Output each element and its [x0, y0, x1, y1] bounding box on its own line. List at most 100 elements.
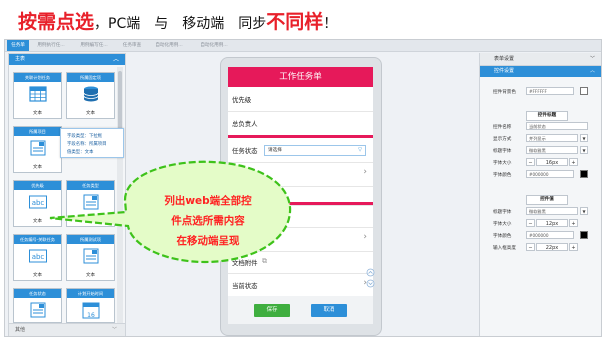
heading-part-7: ！ [323, 16, 338, 32]
save-button[interactable]: 保存 [254, 304, 290, 317]
tab-task-review[interactable]: 任务审查 [119, 40, 145, 51]
chevron-down-icon[interactable]: ▼ [580, 146, 588, 154]
title-size-value[interactable]: 16px [536, 158, 568, 166]
form-row-current-status[interactable]: 当前状态 › [228, 273, 373, 296]
tab-auto-case-1[interactable]: 自动化用例... [149, 40, 189, 51]
status-select-value: 请选择 [268, 148, 282, 153]
callout-text-line-2: 件点选所需内容 [171, 215, 245, 227]
svg-text:abc: abc [32, 199, 45, 207]
control-card-planned-start[interactable]: 计划开始时间 16 [66, 288, 115, 323]
title-color-swatch[interactable] [580, 170, 588, 178]
bg-color-swatch[interactable] [580, 87, 588, 95]
tab-case-execution[interactable]: 用例执行任... [32, 40, 70, 51]
control-card-linked-plan[interactable]: 关联计划任务 文本 [13, 72, 62, 119]
chevron-down-icon[interactable]: ﹀ [112, 324, 117, 336]
input-height-value[interactable]: 22px [536, 243, 568, 251]
display-mode-select[interactable]: 并列显示 [526, 134, 578, 142]
field-tooltip: 字段类型：下拉框 字段名称：所属项目 值类型：文本 [60, 128, 124, 158]
control-card-project[interactable]: 所属项目 文本 [13, 126, 62, 173]
control-settings-header[interactable]: 控件设置 ︿ [480, 66, 601, 77]
chevron-down-icon[interactable]: ▼ [580, 134, 588, 142]
form-label: 优先级 [232, 96, 252, 104]
value-color-swatch[interactable] [580, 231, 588, 239]
bg-color-label: 控件背景色 [493, 90, 516, 95]
control-card-fixed-item[interactable]: 所属固定项 文本 [66, 72, 115, 119]
increase-button[interactable]: + [569, 219, 578, 227]
value-color-input[interactable]: #000000 [526, 231, 574, 239]
title-font-label: 标题字体 [493, 149, 512, 154]
increase-button[interactable]: + [569, 243, 578, 251]
chevron-up-icon[interactable]: ︿ [590, 66, 595, 77]
card-label: 文本 [32, 165, 43, 170]
control-card-test-item[interactable]: 所属测试项 文本 [66, 234, 115, 281]
card-label: 文本 [85, 111, 96, 116]
card-header: 任务编号-关联任务 [14, 235, 61, 244]
chevron-up-icon[interactable]: ︿ [113, 54, 119, 65]
control-settings-title: 控件设置 [494, 68, 515, 74]
abc-text-icon: abc [29, 249, 47, 263]
title-color-input[interactable]: #000000 [526, 170, 574, 178]
tooltip-value-type: 值类型：文本 [67, 150, 94, 155]
property-panel: 表单设置 ﹀ 控件设置 ︿ 控件背景色 #FFFFFF 控件标题 控件名称 当前… [479, 53, 601, 336]
form-row-priority[interactable]: 优先级 [228, 87, 373, 112]
tab-case-writing[interactable]: 用例编写任... [75, 40, 113, 51]
decrease-button[interactable]: − [526, 219, 535, 227]
form-row-attachment[interactable]: 文档附件 ⧉ [228, 251, 373, 274]
callout-text-line-1: 列出web端全部控 [164, 195, 252, 207]
heading-part-2: ，PC端 [94, 16, 141, 32]
status-select[interactable]: 请选择 ▽ [264, 145, 366, 156]
form-row-planned-time[interactable]: 计划时间 › [228, 162, 373, 187]
chevron-down-icon[interactable]: ▼ [580, 207, 588, 215]
title-size-stepper[interactable]: − 16px + [526, 158, 580, 166]
phone-scroll-buttons[interactable] [366, 268, 375, 292]
cancel-button[interactable]: 取消 [311, 304, 347, 317]
palette-header[interactable]: 主表 ︿ [9, 54, 125, 65]
card-label: 文本 [85, 219, 96, 224]
card-label: 文本 [32, 111, 43, 116]
title-font-select[interactable]: 微软雅黑 [526, 146, 578, 154]
value-font-select[interactable]: 微软雅黑 [526, 207, 578, 215]
value-section-label: 控件值 [526, 195, 568, 205]
palette-title: 主表 [15, 56, 26, 62]
decrease-button[interactable]: − [526, 243, 535, 251]
control-palette: 主表 ︿ 关联计划任务 文本 所属固定项 文本 所属项目 文本 优先级 abc … [8, 53, 126, 336]
palette-footer[interactable]: 其他 ﹀ [9, 323, 125, 336]
abc-text-icon: abc [29, 195, 47, 209]
tab-auto-case-2[interactable]: 自动化用例... [194, 40, 234, 51]
decrease-button[interactable]: − [526, 158, 535, 166]
form-row-status[interactable]: 任务状态 请选择 ▽ [228, 138, 373, 163]
card-label: 文本 [32, 219, 43, 224]
chevron-down-icon[interactable]: ﹀ [590, 53, 595, 65]
value-size-stepper[interactable]: − 12px + [526, 219, 580, 227]
ctrl-name-input[interactable]: 当前状态 [526, 122, 588, 130]
card-header: 计划开始时间 [67, 289, 114, 298]
value-color-label: 字体颜色 [493, 234, 512, 239]
heading-part-5: 同步 [238, 16, 267, 32]
card-label: 文本 [32, 273, 43, 278]
increase-button[interactable]: + [569, 158, 578, 166]
phone-form-title: 工作任务单 [228, 67, 373, 87]
card-label: 文本 [85, 273, 96, 278]
bg-color-input[interactable]: #FFFFFF [526, 87, 574, 95]
tab-task-sheet[interactable]: 任务单 [7, 40, 29, 51]
input-height-stepper[interactable]: − 22px + [526, 243, 580, 251]
grid-icon [29, 86, 47, 102]
control-card-task-status[interactable]: 任务状态 [13, 288, 62, 323]
control-card-task-type[interactable]: 任务类型 文本 [66, 180, 115, 227]
calendar-day: 16 [87, 312, 95, 319]
chevron-right-icon: › [363, 232, 367, 242]
form-settings-header[interactable]: 表单设置 ﹀ [480, 53, 601, 66]
attachment-icon[interactable]: ⧉ [262, 257, 267, 266]
card-header: 所属固定项 [67, 73, 114, 82]
heading-part-6: 不同样 [266, 11, 324, 33]
document-icon [83, 194, 99, 210]
chevron-down-icon: ▽ [358, 147, 362, 153]
form-label: 文档附件 [232, 259, 258, 267]
control-card-task-number[interactable]: 任务编号-关联任务 abc 文本 [13, 234, 62, 281]
control-card-priority[interactable]: 优先级 abc 文本 [13, 180, 62, 227]
callout-text-line-3: 在移动端呈现 [176, 235, 240, 247]
display-mode-label: 显示方式 [493, 137, 512, 142]
value-size-value[interactable]: 12px [536, 219, 568, 227]
form-row-owner[interactable]: 总负责人 [228, 111, 373, 136]
title-color-label: 字体颜色 [493, 173, 512, 178]
